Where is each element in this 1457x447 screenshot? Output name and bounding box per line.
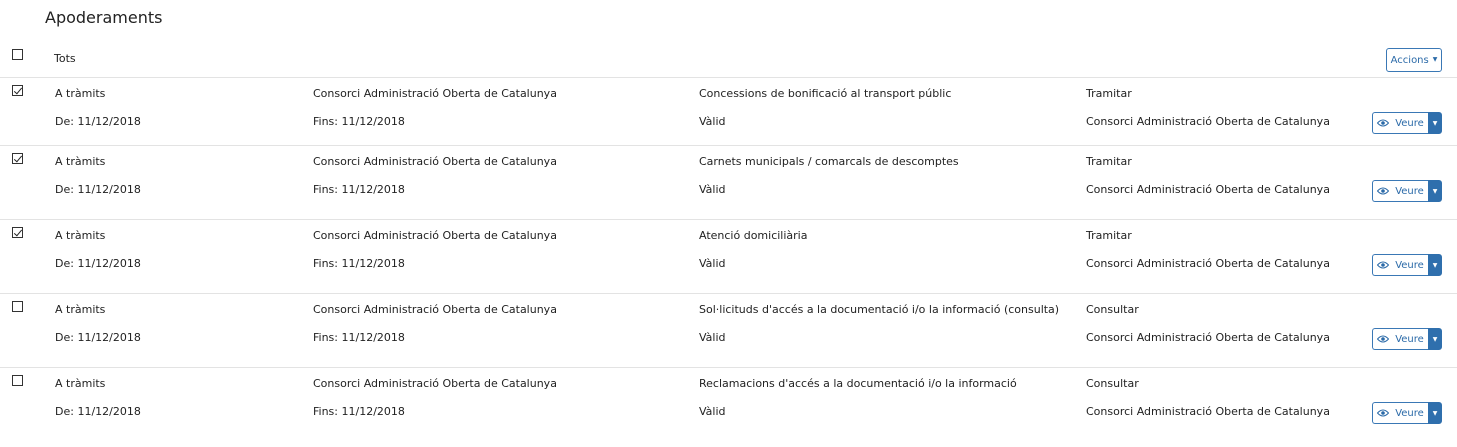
eye-icon bbox=[1377, 119, 1390, 127]
permission-type: Consultar bbox=[1086, 377, 1139, 390]
permission-type: Consultar bbox=[1086, 303, 1139, 316]
entity-name: Consorci Administració Oberta de Catalun… bbox=[313, 229, 557, 242]
status-text: Vàlid bbox=[699, 405, 726, 418]
entity-name: Consorci Administració Oberta de Catalun… bbox=[313, 303, 557, 316]
permission-type: Tramitar bbox=[1086, 155, 1132, 168]
list-item: A tràmits De: 11/12/2018 Consorci Administ… bbox=[0, 368, 1457, 442]
row-checkbox[interactable] bbox=[12, 85, 23, 96]
view-dropdown-toggle[interactable]: ▼ bbox=[1428, 402, 1442, 424]
row-checkbox[interactable] bbox=[12, 301, 23, 312]
procedure-name: Atenció domiciliària bbox=[699, 229, 808, 242]
view-button[interactable]: Veure bbox=[1372, 328, 1428, 350]
procedure-name: Sol·licituds d'accés a la documentació i… bbox=[699, 303, 1060, 316]
view-label: Veure bbox=[1395, 259, 1424, 271]
date-from: De: 11/12/2018 bbox=[55, 257, 141, 270]
view-dropdown-toggle[interactable]: ▼ bbox=[1428, 254, 1442, 276]
date-from: De: 11/12/2018 bbox=[55, 405, 141, 418]
page-title: Apoderaments bbox=[45, 8, 163, 27]
procedure-name: Reclamacions d'accés a la documentació i… bbox=[699, 377, 1017, 390]
list-item: A tràmits De: 11/12/2018 Consorci Administ… bbox=[0, 220, 1457, 294]
view-button-group: Veure ▼ bbox=[1372, 112, 1442, 134]
status-text: Vàlid bbox=[699, 257, 726, 270]
caret-down-icon: ▼ bbox=[1432, 335, 1438, 343]
view-button[interactable]: Veure bbox=[1372, 402, 1428, 424]
row-checkbox[interactable] bbox=[12, 153, 23, 164]
authorization-type: A tràmits bbox=[55, 229, 106, 242]
view-label: Veure bbox=[1395, 117, 1424, 129]
permission-type: Tramitar bbox=[1086, 87, 1132, 100]
date-from: De: 11/12/2018 bbox=[55, 115, 141, 128]
status-text: Vàlid bbox=[699, 183, 726, 196]
select-all-label: Tots bbox=[54, 52, 76, 65]
grantor-name: Consorci Administració Oberta de Catalun… bbox=[1086, 331, 1330, 344]
grantor-name: Consorci Administració Oberta de Catalun… bbox=[1086, 115, 1330, 128]
eye-icon bbox=[1377, 187, 1390, 195]
procedure-name: Carnets municipals / comarcals de descom… bbox=[699, 155, 959, 168]
view-button-group: Veure ▼ bbox=[1372, 254, 1442, 276]
view-button-group: Veure ▼ bbox=[1372, 180, 1442, 202]
entity-name: Consorci Administració Oberta de Catalun… bbox=[313, 155, 557, 168]
list-item: A tràmits De: 11/12/2018 Consorci Administ… bbox=[0, 146, 1457, 220]
actions-button[interactable]: Accions ▼ bbox=[1386, 48, 1442, 72]
entity-name: Consorci Administració Oberta de Catalun… bbox=[313, 377, 557, 390]
grantor-name: Consorci Administració Oberta de Catalun… bbox=[1086, 405, 1330, 418]
caret-down-icon: ▼ bbox=[1432, 409, 1438, 417]
list-item: A tràmits De: 11/12/2018 Consorci Administ… bbox=[0, 78, 1457, 152]
date-to: Fins: 11/12/2018 bbox=[313, 257, 405, 270]
procedure-name: Concessions de bonificació al transport … bbox=[699, 87, 952, 100]
authorization-type: A tràmits bbox=[55, 377, 106, 390]
date-to: Fins: 11/12/2018 bbox=[313, 183, 405, 196]
eye-icon bbox=[1377, 409, 1390, 417]
view-dropdown-toggle[interactable]: ▼ bbox=[1428, 180, 1442, 202]
grantor-name: Consorci Administració Oberta de Catalun… bbox=[1086, 257, 1330, 270]
view-label: Veure bbox=[1395, 407, 1424, 419]
view-label: Veure bbox=[1395, 185, 1424, 197]
row-checkbox[interactable] bbox=[12, 227, 23, 238]
eye-icon bbox=[1377, 261, 1390, 269]
date-from: De: 11/12/2018 bbox=[55, 331, 141, 344]
view-label: Veure bbox=[1395, 333, 1424, 345]
view-button[interactable]: Veure bbox=[1372, 112, 1428, 134]
status-text: Vàlid bbox=[699, 115, 726, 128]
authorization-type: A tràmits bbox=[55, 303, 106, 316]
caret-down-icon: ▼ bbox=[1432, 56, 1438, 63]
list-item: A tràmits De: 11/12/2018 Consorci Administ… bbox=[0, 294, 1457, 368]
eye-icon bbox=[1377, 335, 1390, 343]
grantor-name: Consorci Administració Oberta de Catalun… bbox=[1086, 183, 1330, 196]
view-dropdown-toggle[interactable]: ▼ bbox=[1428, 112, 1442, 134]
caret-down-icon: ▼ bbox=[1432, 119, 1438, 127]
date-to: Fins: 11/12/2018 bbox=[313, 405, 405, 418]
authorization-type: A tràmits bbox=[55, 87, 106, 100]
view-button[interactable]: Veure bbox=[1372, 254, 1428, 276]
status-text: Vàlid bbox=[699, 331, 726, 344]
view-button[interactable]: Veure bbox=[1372, 180, 1428, 202]
date-to: Fins: 11/12/2018 bbox=[313, 331, 405, 344]
actions-label: Accions bbox=[1390, 54, 1429, 66]
permission-type: Tramitar bbox=[1086, 229, 1132, 242]
view-button-group: Veure ▼ bbox=[1372, 328, 1442, 350]
select-all-checkbox[interactable] bbox=[12, 49, 23, 60]
view-button-group: Veure ▼ bbox=[1372, 402, 1442, 424]
authorization-type: A tràmits bbox=[55, 155, 106, 168]
date-to: Fins: 11/12/2018 bbox=[313, 115, 405, 128]
caret-down-icon: ▼ bbox=[1432, 261, 1438, 269]
date-from: De: 11/12/2018 bbox=[55, 183, 141, 196]
select-all-row: Tots Accions ▼ bbox=[0, 40, 1457, 78]
view-dropdown-toggle[interactable]: ▼ bbox=[1428, 328, 1442, 350]
entity-name: Consorci Administració Oberta de Catalun… bbox=[313, 87, 557, 100]
row-checkbox[interactable] bbox=[12, 375, 23, 386]
caret-down-icon: ▼ bbox=[1432, 187, 1438, 195]
